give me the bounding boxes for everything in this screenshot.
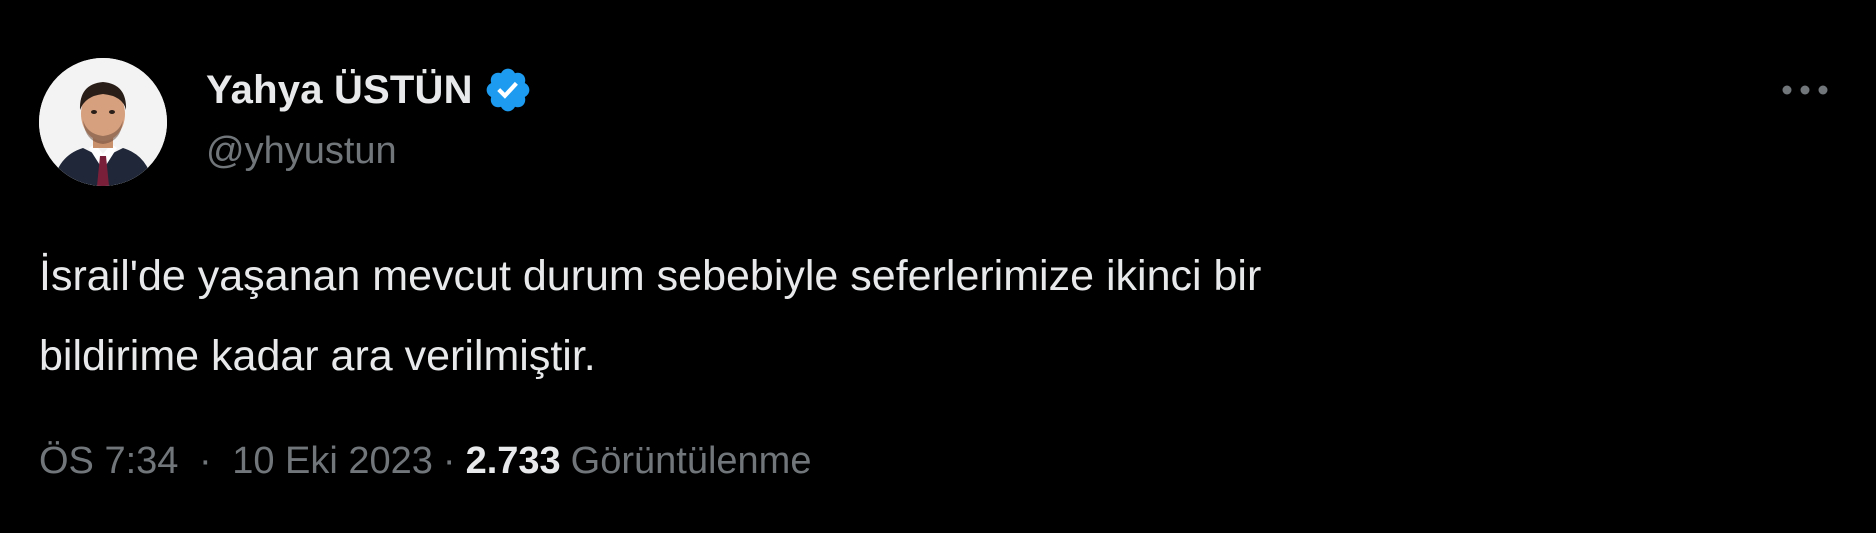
more-horizontal-icon[interactable]: [1780, 78, 1830, 102]
tweet-time-text: ÖS 7:34: [39, 440, 179, 482]
avatar[interactable]: [39, 58, 167, 186]
tweet-text-line: bildirime kadar ara verilmiştir.: [39, 332, 596, 380]
meta-separator: ·: [442, 440, 456, 482]
meta-separator: ·: [198, 440, 212, 482]
verified-badge-icon[interactable]: [483, 65, 533, 115]
views-label: Görüntülenme: [570, 440, 812, 482]
author-handle[interactable]: @yhyustun: [206, 130, 397, 173]
tweet-time[interactable]: ÖS 7:34 · 10 Eki 2023: [39, 440, 433, 483]
tweet-date: 10 Eki 2023: [232, 440, 433, 482]
tweet-text: İsrail'de yaşanan mevcut durum sebebiyle…: [39, 236, 1819, 396]
tweet-card: Yahya ÜSTÜN @yhyustun İsrail'de yaşanan …: [0, 0, 1876, 533]
author-display-name[interactable]: Yahya ÜSTÜN: [206, 68, 473, 113]
tweet-meta: ÖS 7:34 · 10 Eki 2023 · 2.733 Görüntülen…: [39, 440, 811, 483]
author-row: Yahya ÜSTÜN: [206, 64, 533, 116]
views-count[interactable]: 2.733: [466, 440, 561, 483]
tweet-text-line: İsrail'de yaşanan mevcut durum sebebiyle…: [39, 252, 1262, 300]
